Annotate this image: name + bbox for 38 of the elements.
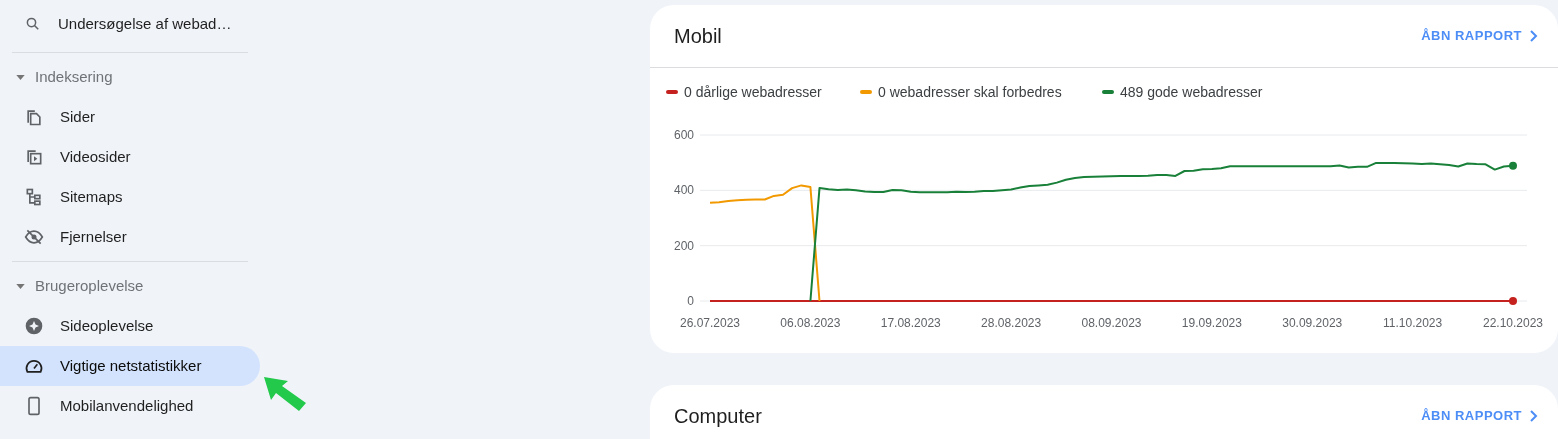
chevron-right-icon (1530, 30, 1538, 42)
end-point-marker (1509, 297, 1517, 305)
y-axis-label: 600 (673, 128, 694, 142)
section-header[interactable]: Indeksering (0, 57, 280, 97)
x-axis-label: 11.10.2023 (1383, 316, 1443, 330)
x-axis-label: 19.09.2023 (1181, 316, 1242, 330)
video-page-icon (24, 147, 44, 167)
search-icon (24, 15, 42, 33)
section-header[interactable]: Brugeroplevelse (0, 266, 280, 306)
x-axis-label: 17.08.2023 (880, 316, 941, 330)
legend-label: 0 dårlige webadresser (684, 82, 822, 102)
sidebar-item[interactable]: Vigtige netstatistikker (0, 346, 260, 386)
y-axis-label: 400 (673, 183, 694, 198)
search-field[interactable]: Undersøgelse af webad… (0, 0, 280, 48)
end-point-marker (1509, 161, 1517, 170)
y-axis-label: 0 (687, 294, 694, 308)
legend-label: 489 gode webadresser (1120, 82, 1263, 102)
sidebar-item[interactable]: Sider (0, 97, 260, 137)
sidebar-item[interactable]: Fjernelser (0, 217, 260, 257)
sitemap-icon (24, 187, 44, 207)
x-axis-label: 06.08.2023 (780, 316, 841, 330)
card-title: Computer (674, 404, 762, 429)
star-badge-icon (24, 316, 44, 336)
x-axis-label: 28.08.2023 (981, 316, 1042, 330)
pages-icon (24, 107, 44, 127)
eye-off-icon (24, 227, 44, 247)
legend-label: 0 webadresser skal forbedres (878, 82, 1062, 102)
x-axis-label: 08.09.2023 (1081, 316, 1142, 330)
x-axis-label: 22.10.2023 (1482, 316, 1544, 330)
sidebar-item[interactable]: Sideoplevelse (0, 306, 260, 346)
chevron-right-icon (1530, 410, 1538, 422)
sidebar-item[interactable]: Videosider (0, 137, 260, 177)
sidebar-item[interactable]: Sitemaps (0, 177, 260, 217)
y-axis-label: 200 (673, 238, 694, 253)
x-axis-label: 30.09.2023 (1282, 316, 1343, 330)
sidebar-item[interactable]: Mobilanvendelighed (0, 386, 260, 426)
card-title: Mobil (674, 24, 722, 49)
x-axis-label: 26.07.2023 (679, 316, 741, 330)
